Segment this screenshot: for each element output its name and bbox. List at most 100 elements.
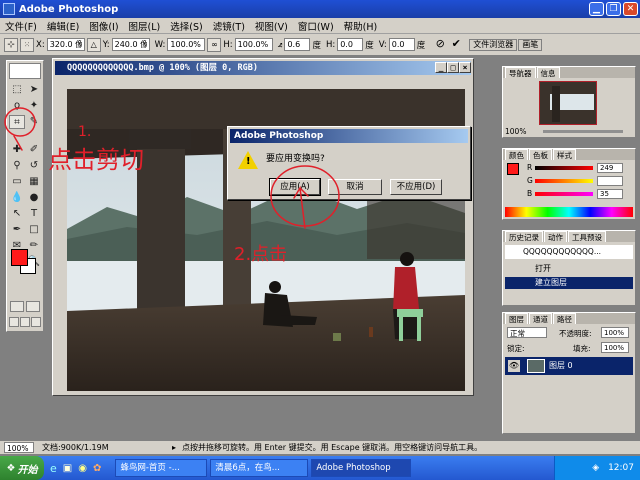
blur-tool-icon[interactable]: 💧 bbox=[9, 191, 25, 205]
tab-info[interactable]: 信息 bbox=[536, 67, 560, 78]
screen-mode-1-icon[interactable] bbox=[9, 317, 19, 327]
g-input[interactable] bbox=[597, 176, 623, 186]
status-zoom[interactable]: 100% bbox=[4, 442, 34, 453]
doc-close-button[interactable]: × bbox=[459, 62, 471, 73]
doc-minimize-button[interactable]: _ bbox=[435, 62, 447, 73]
history-item[interactable]: 打开 bbox=[505, 263, 633, 275]
screen-mode-2-icon[interactable] bbox=[20, 317, 30, 327]
link-icon[interactable]: ∞ bbox=[207, 37, 222, 52]
foreground-color-swatch[interactable] bbox=[11, 249, 28, 266]
tab-tool-presets[interactable]: 工具预设 bbox=[568, 231, 606, 242]
maximize-button[interactable]: ❐ bbox=[606, 2, 621, 16]
apply-button[interactable]: 应用(A) bbox=[269, 178, 321, 196]
color-fg-swatch[interactable] bbox=[507, 163, 519, 175]
lasso-tool-icon[interactable]: ϙ bbox=[9, 99, 25, 113]
minimize-button[interactable]: ▁ bbox=[589, 2, 604, 16]
zoom-slider[interactable] bbox=[543, 130, 623, 133]
menu-filter[interactable]: 滤镜(T) bbox=[208, 19, 250, 33]
screen-mode-3-icon[interactable] bbox=[31, 317, 41, 327]
tab-navigator[interactable]: 导航器 bbox=[505, 67, 536, 78]
cancel-transform-icon[interactable]: ⊘ bbox=[433, 37, 447, 52]
quickmask-mode-icon[interactable] bbox=[26, 301, 40, 312]
blend-mode-select[interactable]: 正常 bbox=[507, 327, 547, 338]
tray-icon[interactable]: ◈ bbox=[592, 463, 599, 473]
status-arrow-icon[interactable]: ▸ bbox=[172, 443, 176, 452]
doc-maximize-button[interactable]: □ bbox=[447, 62, 459, 73]
tab-channels[interactable]: 通道 bbox=[529, 313, 552, 324]
magic-wand-icon[interactable]: ✦ bbox=[26, 99, 42, 113]
w-input[interactable] bbox=[167, 38, 206, 51]
path-select-icon[interactable]: ↖ bbox=[9, 207, 25, 221]
tab-actions[interactable]: 动作 bbox=[544, 231, 567, 242]
h-input[interactable] bbox=[234, 38, 273, 51]
slice-tool-icon[interactable]: ✎ bbox=[26, 115, 42, 129]
pen-tool-icon[interactable]: ✒ bbox=[9, 223, 25, 237]
move-tool-icon[interactable]: ➤ bbox=[26, 83, 42, 97]
tab-file-browser[interactable]: 文件浏览器 bbox=[469, 38, 518, 51]
menu-view[interactable]: 视图(V) bbox=[250, 19, 293, 33]
b-slider[interactable] bbox=[535, 192, 593, 196]
history-item[interactable]: 建立图层 bbox=[505, 277, 633, 289]
transform-tool-icon[interactable]: ⊹ bbox=[4, 37, 18, 52]
menu-image[interactable]: 图像(I) bbox=[84, 19, 123, 33]
x-input[interactable] bbox=[46, 38, 85, 51]
hskew-input[interactable] bbox=[337, 38, 364, 51]
angle-input[interactable] bbox=[284, 38, 311, 51]
r-input[interactable] bbox=[597, 163, 623, 173]
tab-color[interactable]: 颜色 bbox=[505, 149, 528, 160]
layer-visibility-icon[interactable]: 👁 bbox=[508, 360, 520, 372]
quicklaunch-desktop-icon[interactable]: ▣ bbox=[63, 463, 72, 474]
quicklaunch-media-icon[interactable]: ◉ bbox=[78, 463, 87, 474]
tab-layers[interactable]: 图层 bbox=[505, 313, 528, 324]
stamp-tool-icon[interactable]: ⚲ bbox=[9, 159, 25, 173]
brush-tool-icon[interactable]: ✐ bbox=[26, 143, 42, 157]
commit-transform-icon[interactable]: ✔ bbox=[449, 37, 463, 52]
task-button-photoshop[interactable]: Adobe Photoshop bbox=[311, 459, 412, 477]
type-tool-icon[interactable]: T bbox=[26, 207, 42, 221]
quicklaunch-app-icon[interactable]: ✿ bbox=[93, 463, 101, 474]
reference-point-icon[interactable]: ⁙ bbox=[20, 37, 34, 52]
navigator-zoom[interactable]: 100% bbox=[505, 127, 526, 136]
tab-styles[interactable]: 样式 bbox=[553, 149, 576, 160]
vskew-input[interactable] bbox=[388, 38, 415, 51]
fill-input[interactable]: 100% bbox=[601, 342, 629, 353]
cancel-button[interactable]: 取消 bbox=[328, 179, 382, 195]
eyedropper-icon[interactable]: ✏ bbox=[26, 239, 42, 253]
menu-edit[interactable]: 编辑(E) bbox=[42, 19, 84, 33]
eraser-tool-icon[interactable]: ▭ bbox=[9, 175, 25, 189]
tab-swatches[interactable]: 色板 bbox=[529, 149, 552, 160]
g-slider[interactable] bbox=[535, 179, 593, 183]
standard-mode-icon[interactable] bbox=[10, 301, 24, 312]
y-input[interactable] bbox=[111, 38, 150, 51]
r-slider[interactable] bbox=[535, 166, 593, 170]
task-button-1[interactable]: 蜂鸟网-首页 -... bbox=[115, 459, 208, 477]
crop-tool-icon[interactable]: ⌗ bbox=[9, 115, 25, 129]
task-button-2[interactable]: 清晨6点，在鸟... bbox=[210, 459, 309, 477]
navigator-thumbnail[interactable] bbox=[539, 81, 597, 125]
gradient-tool-icon[interactable]: ▦ bbox=[26, 175, 42, 189]
tab-history[interactable]: 历史记录 bbox=[505, 231, 543, 242]
tab-brushes[interactable]: 画笔 bbox=[518, 38, 543, 51]
shape-tool-icon[interactable]: □ bbox=[26, 223, 42, 237]
opacity-input[interactable]: 100% bbox=[601, 327, 629, 338]
dodge-tool-icon[interactable]: ● bbox=[26, 191, 42, 205]
app-titlebar: Adobe Photoshop ▁ ❐ ✕ bbox=[0, 0, 640, 18]
b-input[interactable] bbox=[597, 189, 623, 199]
healing-brush-icon[interactable]: ✚ bbox=[9, 143, 25, 157]
layer-row[interactable]: 👁 图层 0 bbox=[505, 357, 633, 375]
history-snapshot[interactable]: QQQQQQQQQQQQ... bbox=[505, 245, 633, 259]
menu-help[interactable]: 帮助(H) bbox=[339, 19, 383, 33]
history-brush-icon[interactable]: ↺ bbox=[26, 159, 42, 173]
delta-icon[interactable]: △ bbox=[86, 37, 101, 52]
dont-apply-button[interactable]: 不应用(D) bbox=[390, 179, 442, 195]
menu-layer[interactable]: 图层(L) bbox=[124, 19, 166, 33]
close-button[interactable]: ✕ bbox=[623, 2, 638, 16]
menu-file[interactable]: 文件(F) bbox=[0, 19, 42, 33]
marquee-tool-icon[interactable]: ⬚ bbox=[9, 83, 25, 97]
menu-select[interactable]: 选择(S) bbox=[165, 19, 207, 33]
color-spectrum-bar[interactable] bbox=[505, 207, 633, 217]
quicklaunch-ie-icon[interactable]: e bbox=[50, 462, 57, 475]
start-button[interactable]: ❖ 开始 bbox=[0, 456, 44, 480]
menu-window[interactable]: 窗口(W) bbox=[293, 19, 339, 33]
tab-paths[interactable]: 路径 bbox=[553, 313, 576, 324]
